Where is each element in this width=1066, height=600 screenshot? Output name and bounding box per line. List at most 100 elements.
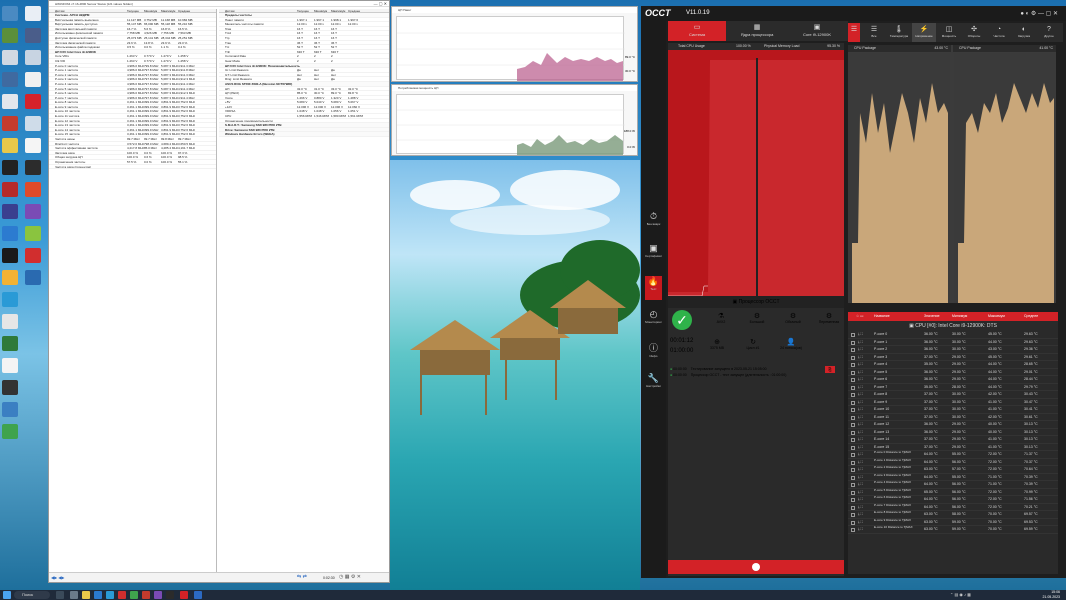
checkbox[interactable]: [851, 445, 855, 450]
checkbox[interactable]: [851, 363, 855, 367]
checkbox[interactable]: [851, 393, 855, 397]
taskview-icon[interactable]: [56, 591, 64, 599]
sensor-row[interactable]: ⤓ ⛶ P-core 3 37.00 °C 29.00 °C 45.00 °C 29.61…: [848, 354, 1058, 362]
desktop-icon[interactable]: [2, 226, 18, 241]
checkbox[interactable]: [851, 355, 855, 360]
desktop-icon[interactable]: [25, 50, 41, 65]
sensor-row[interactable]: ⤓ ⛶ P-core 7 35.00 °C 28.00 °C 44.00 °C 29.79…: [848, 384, 1058, 392]
download-icon[interactable]: ⤓ ⛶: [858, 526, 863, 534]
store-icon[interactable]: [106, 591, 114, 599]
network-icon[interactable]: ⇆ ⇄: [297, 574, 307, 580]
checkbox[interactable]: [851, 483, 855, 487]
sensor-row[interactable]: ⤓ ⛶ E-core 14 37.00 °C 29.00 °C 41.00 °C 30.1…: [848, 436, 1058, 444]
sensor-row[interactable]: ⤓ ⛶ E-core 9 37.00 °C 30.00 °C 41.00 °C 30.47…: [848, 399, 1058, 407]
download-icon[interactable]: ⤓ ⛶: [858, 444, 863, 452]
download-icon[interactable]: ⤓ ⛶: [858, 481, 863, 489]
sensor-col-header[interactable]: Минимум: [952, 312, 967, 321]
sensor-row[interactable]: ⤓ ⛶ P-core 4 35.00 °C 29.00 °C 44.00 °C 28.65…: [848, 361, 1058, 369]
desktop-icon[interactable]: [25, 204, 41, 219]
desktop-icon[interactable]: [2, 402, 18, 417]
tab-cpu-cores[interactable]: ▦ Ядра процессора: [728, 21, 786, 41]
desktop-icon[interactable]: [2, 72, 18, 87]
sensor-col-header[interactable]: Среднее: [1024, 312, 1038, 321]
desktop-icon[interactable]: [2, 182, 18, 197]
desktop-icon[interactable]: [2, 28, 18, 43]
desktop-icon[interactable]: [25, 116, 41, 131]
start-icon[interactable]: [3, 591, 11, 599]
desktop-icon[interactable]: [25, 6, 41, 21]
graph-window-top[interactable]: ЦП Пакет 89.0 °C 30.0 °C: [391, 6, 638, 82]
checkbox[interactable]: [851, 468, 855, 472]
checkbox[interactable]: [851, 520, 855, 525]
test-mode-1[interactable]: ⚙ Большой: [740, 312, 774, 324]
desktop-icon[interactable]: [2, 292, 18, 307]
sensor-row[interactable]: ⤓ ⛶ E-core 10 37.00 °C 30.00 °C 41.00 °C 30.4…: [848, 406, 1058, 414]
sensor-col-header[interactable]: Название: [874, 312, 890, 321]
test-mode-3[interactable]: ⚙ Переменная: [812, 312, 846, 324]
checkbox[interactable]: [851, 460, 855, 465]
download-icon[interactable]: ⤓ ⛶: [858, 474, 863, 482]
sensor-row[interactable]: ⤓ ⛶ P-core 0 36.00 °C 30.00 °C 45.00 °C 29.63…: [848, 331, 1058, 339]
tray-icons[interactable]: ⌃ ▤ ◉ ♪ ▦: [950, 592, 971, 597]
checkbox[interactable]: [851, 370, 855, 375]
menu-icon[interactable]: ☰: [848, 23, 860, 42]
download-icon[interactable]: ⤓ ⛶: [858, 496, 863, 504]
sidebar-benchmark[interactable]: ⏱ Бенчмарк: [645, 211, 662, 235]
download-icon[interactable]: ⤓ ⛶: [858, 384, 863, 392]
desktop-icon[interactable]: [2, 6, 18, 21]
download-icon[interactable]: ⤓ ⛶: [858, 339, 863, 347]
download-icon[interactable]: ⤓ ⛶: [858, 369, 863, 377]
stop-test-button[interactable]: [668, 560, 844, 574]
occt-taskbar-icon[interactable]: [180, 591, 188, 599]
search-box[interactable]: Поиск: [14, 591, 50, 599]
occt-titlebar[interactable]: OCCT V11.0.19 ● ◐ ⚙ — ▢ ✕: [641, 6, 1066, 21]
tab-cpu-model[interactable]: ▣ Core i9-12900K: [788, 21, 846, 41]
download-icon[interactable]: ⤓ ⛶: [858, 399, 863, 407]
desktop-icon[interactable]: [25, 226, 41, 241]
sensor-row[interactable]: ⤓ ⛶ E-core 11 37.00 °C 30.00 °C 42.00 °C 30.6…: [848, 414, 1058, 422]
sensor-tab-1[interactable]: 🌡 Температура: [887, 23, 911, 42]
download-icon[interactable]: ⤓ ⛶: [858, 414, 863, 422]
desktop-icon[interactable]: [2, 116, 18, 131]
checkbox[interactable]: [851, 498, 855, 502]
sensor-tab-4[interactable]: ✣ Обороты: [962, 23, 986, 42]
clock[interactable]: 15:06 21.05.2023: [1020, 590, 1060, 600]
test-mode-0[interactable]: ⚗ AVX2: [704, 312, 738, 324]
taskbar-app-icon[interactable]: [70, 591, 78, 599]
hwinfo-left-pane[interactable]: Датчик Текущее Минимум Максимум Среднее Сист…: [49, 9, 217, 572]
checkbox[interactable]: [851, 453, 855, 457]
sensor-row[interactable]: ⤓ ⛶ E-core 12 36.00 °C 29.00 °C 40.00 °C 30.1…: [848, 421, 1058, 429]
download-icon[interactable]: ⤓ ⛶: [858, 406, 863, 414]
desktop-icon[interactable]: [2, 204, 18, 219]
download-icon[interactable]: ⤓ ⛶: [858, 361, 863, 369]
taskbar-app-icon[interactable]: [142, 591, 150, 599]
checkbox[interactable]: [851, 378, 855, 382]
sensor-tab-0[interactable]: ☰ Все: [862, 23, 886, 42]
download-icon[interactable]: ⤓ ⛶: [858, 376, 863, 384]
sensor-row[interactable]: ⤓ ⛶ P-core 2 36.00 °C 30.00 °C 43.00 °C 29.36…: [848, 346, 1058, 354]
download-icon[interactable]: ⤓ ⛶: [858, 354, 863, 362]
download-icon[interactable]: ⤓ ⛶: [858, 436, 863, 444]
checkbox[interactable]: [851, 340, 855, 345]
desktop-icon[interactable]: [25, 94, 41, 109]
desktop-icon[interactable]: [25, 160, 41, 175]
checkbox[interactable]: [851, 490, 855, 495]
desktop-icon[interactable]: [2, 94, 18, 109]
desktop-icon[interactable]: [25, 28, 41, 43]
checkbox[interactable]: [851, 430, 855, 435]
sensor-row[interactable]: ⤓ ⛶ E-core 10 Distance to TjMAX 63.00 °C 59…: [848, 525, 1058, 534]
favorite-icon[interactable]: ☆ ▭: [856, 312, 863, 321]
clear-log-button[interactable]: ⎘: [825, 366, 835, 373]
sensor-row[interactable]: ⤓ ⛶ E-core 13 36.00 °C 29.00 °C 40.00 °C 30.1…: [848, 429, 1058, 436]
taskbar-app-icon[interactable]: [154, 591, 162, 599]
sidebar-certificate[interactable]: ▣ Сертификат: [645, 243, 662, 267]
desktop-icon[interactable]: [25, 138, 41, 153]
desktop-icon[interactable]: [2, 50, 18, 65]
taskbar-app-icon[interactable]: [130, 591, 138, 599]
download-icon[interactable]: ⤓ ⛶: [858, 421, 863, 429]
sensor-tab-5[interactable]: ◔ Частота: [987, 23, 1011, 42]
sidebar-info[interactable]: ⓘ Инфо: [645, 341, 662, 365]
nav-arrows-icon[interactable]: ◀▶ ◀▶: [51, 575, 64, 580]
graph-window-bottom[interactable]: Потребляемая мощность ЦП 188.0 W 0.0 W: [391, 84, 638, 156]
download-icon[interactable]: ⤓ ⛶: [858, 519, 863, 527]
